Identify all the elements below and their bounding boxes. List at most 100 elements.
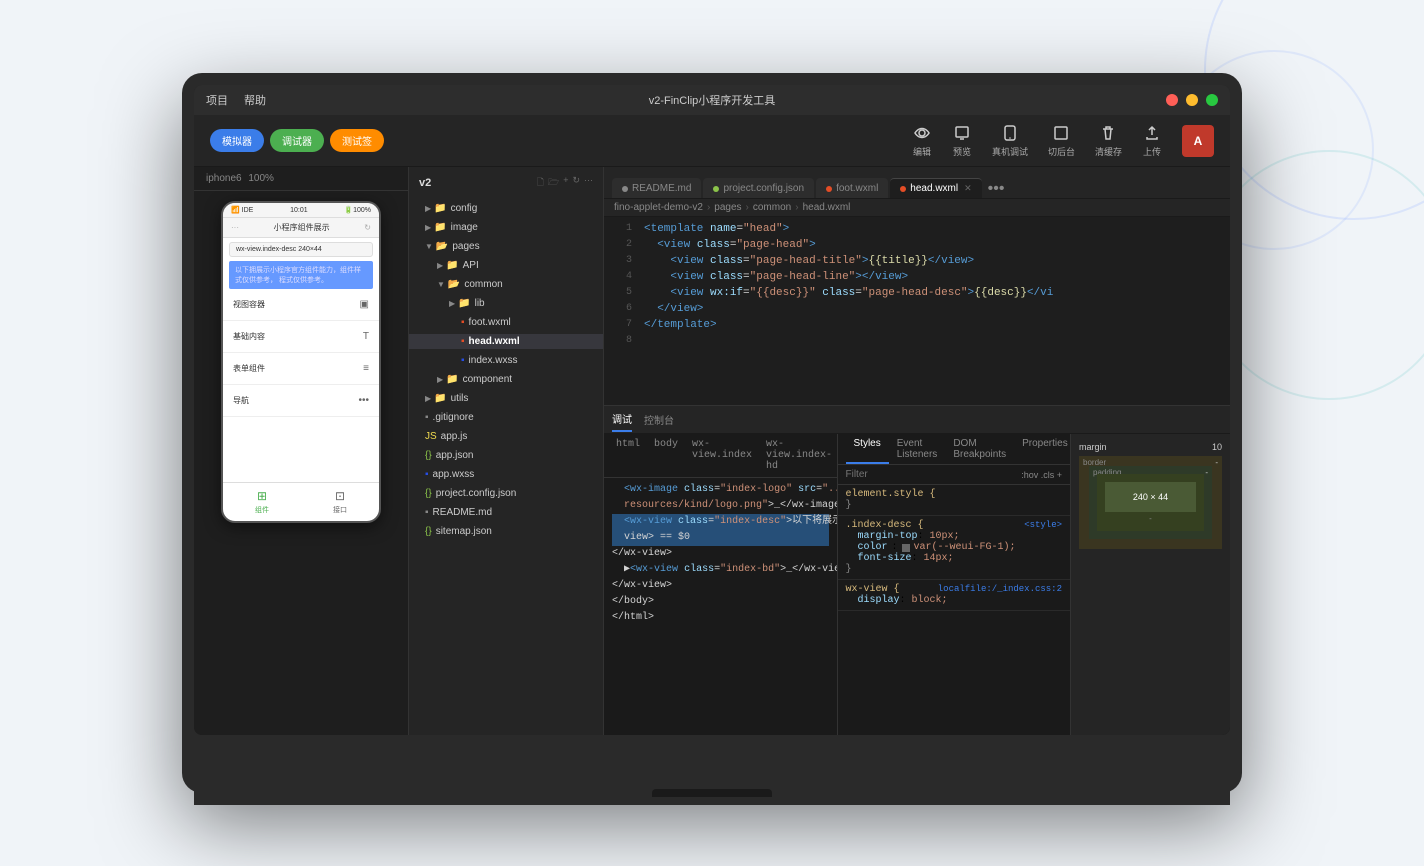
element-tooltip: wx-view.index-desc 240×44	[229, 242, 373, 257]
ft-action-refresh[interactable]: ↻	[572, 175, 580, 191]
border-value: -	[1215, 458, 1218, 467]
close-button[interactable]	[1166, 94, 1178, 106]
action-clearcache[interactable]: 清缓存	[1095, 123, 1122, 158]
action-background[interactable]: 切后台	[1048, 123, 1075, 158]
code-line: 4 <view class="page-head-line"></view>	[604, 269, 1230, 285]
nav-item-view[interactable]: 视图容器 ▣	[223, 289, 379, 321]
code-line: 8	[604, 333, 1230, 349]
tab-project-config[interactable]: project.config.json	[703, 178, 814, 198]
laptop-shell: 项目 帮助 v2-FinClip小程序开发工具 模拟器 调试器 测试签	[182, 73, 1242, 793]
styles-panel: Styles Event Listeners DOM Breakpoints P…	[837, 434, 1071, 735]
bc-wxview-index-hd[interactable]: wx-view.index-hd	[762, 438, 836, 473]
add-rule-btn[interactable]: +	[1057, 470, 1062, 480]
tab-head-wxml[interactable]: head.wxml ✕	[890, 178, 981, 198]
code-line: resources/kind/logo.png">_</wx-image>	[612, 498, 829, 514]
folder-icon: 📁	[434, 393, 446, 404]
tree-file-app-wxss[interactable]: ▪ app.wxss	[409, 465, 603, 484]
css-source[interactable]: localfile:/_index.css:2	[938, 584, 1062, 594]
folder-icon: 📁	[434, 203, 446, 214]
devtools-tab-wxml[interactable]: 调试	[612, 407, 632, 432]
hover-btn[interactable]: :hov	[1021, 470, 1038, 480]
action-realdevice[interactable]: 真机调试	[992, 123, 1028, 158]
tree-file-foot-wxml[interactable]: ▪ foot.wxml	[409, 313, 603, 332]
ft-action-folder[interactable]: 🗁	[548, 175, 559, 191]
folder-icon: 📁	[446, 260, 458, 271]
tree-folder-common[interactable]: ▼ 📂 common	[409, 275, 603, 294]
bc-wxview-index[interactable]: wx-view.index	[688, 438, 756, 473]
tree-file-gitignore[interactable]: ▪ .gitignore	[409, 408, 603, 427]
tab-interface[interactable]: ⊡ 接口	[301, 489, 379, 515]
user-avatar[interactable]: A	[1182, 125, 1214, 157]
tree-file-app-js[interactable]: JS app.js	[409, 427, 603, 446]
tab-debugger[interactable]: 调试器	[270, 129, 324, 152]
tab-components-label: 组件	[255, 505, 269, 515]
bc-body[interactable]: body	[650, 438, 682, 473]
tree-file-index-wxss[interactable]: ▪ index.wxss	[409, 351, 603, 370]
laptop-notch	[652, 789, 772, 797]
css-source[interactable]: <style>	[1024, 520, 1062, 530]
ft-action-add[interactable]: +	[563, 175, 568, 191]
action-upload-label: 上传	[1143, 145, 1161, 158]
code-editor[interactable]: 1 <template name="head"> 2 <view class="…	[604, 217, 1230, 405]
nav-item-base[interactable]: 基础内容 T	[223, 321, 379, 353]
tab-close-icon[interactable]: ✕	[964, 183, 972, 194]
more-tabs-icon[interactable]: •••	[988, 180, 1005, 198]
tree-folder-component[interactable]: ▶ 📁 component	[409, 370, 603, 389]
iphone-wrapper: 📶 IDE 10:01 🔋100% ··· 小程序组件展示 ↻	[194, 191, 408, 735]
bc-root: fino-applet-demo-v2	[614, 202, 703, 213]
styles-filter-input[interactable]	[846, 469, 946, 480]
tree-folder-image[interactable]: ▶ 📁 image	[409, 218, 603, 237]
file-name: sitemap.json	[436, 526, 492, 537]
tree-file-head-wxml[interactable]: ▪ head.wxml	[409, 332, 603, 351]
code-line-highlighted: view> == $0	[612, 530, 829, 546]
action-preview[interactable]: 编辑	[912, 123, 932, 158]
title-bar: 项目 帮助 v2-FinClip小程序开发工具	[194, 85, 1230, 115]
tree-folder-api[interactable]: ▶ 📁 API	[409, 256, 603, 275]
toolbar: 模拟器 调试器 测试签 编辑 预览	[194, 115, 1230, 167]
action-preview-label: 编辑	[913, 145, 931, 158]
styles-tab-props[interactable]: Properties	[1014, 434, 1070, 464]
tree-folder-config[interactable]: ▶ 📁 config	[409, 199, 603, 218]
menu-project[interactable]: 项目	[206, 92, 228, 108]
file-name: project.config.json	[436, 488, 517, 499]
tree-file-app-json[interactable]: {} app.json	[409, 446, 603, 465]
box-border: padding - 240 × 44 -	[1089, 466, 1212, 539]
folder-name: utils	[451, 393, 469, 404]
tree-file-project-config[interactable]: {} project.config.json	[409, 484, 603, 503]
code-line: 1 <template name="head">	[604, 221, 1230, 237]
bc-html[interactable]: html	[612, 438, 644, 473]
minimize-button[interactable]	[1186, 94, 1198, 106]
nav-item-nav[interactable]: 导航 •••	[223, 385, 379, 417]
tree-folder-pages[interactable]: ▼ 📂 pages	[409, 237, 603, 256]
laptop-screen: 项目 帮助 v2-FinClip小程序开发工具 模拟器 调试器 测试签	[194, 85, 1230, 735]
simulator-panel: iphone6 100% 📶 IDE 10:01 🔋100% ···	[194, 167, 409, 735]
tab-simulator[interactable]: 模拟器	[210, 129, 264, 152]
devtools-content: html body wx-view.index wx-view.index-hd…	[604, 434, 1230, 735]
maximize-button[interactable]	[1206, 94, 1218, 106]
tree-folder-utils[interactable]: ▶ 📁 utils	[409, 389, 603, 408]
styles-tab-styles[interactable]: Styles	[846, 434, 889, 464]
tree-file-sitemap[interactable]: {} sitemap.json	[409, 522, 603, 541]
tab-foot-wxml[interactable]: foot.wxml	[816, 178, 888, 198]
tab-test[interactable]: 测试签	[330, 129, 384, 152]
tree-file-readme[interactable]: ▪ README.md	[409, 503, 603, 522]
cls-btn[interactable]: .cls	[1041, 470, 1055, 480]
action-upload[interactable]: 上传	[1142, 123, 1162, 158]
nav-label: 表单组件	[233, 363, 265, 374]
wxss-file-icon: ▪	[425, 469, 429, 480]
action-preview2[interactable]: 预览	[952, 123, 972, 158]
folder-icon: 📂	[448, 279, 460, 290]
menu-help[interactable]: 帮助	[244, 92, 266, 108]
ft-action-copy[interactable]: 🗋	[537, 175, 544, 191]
tab-components[interactable]: ⊞ 组件	[223, 489, 301, 515]
ft-action-more[interactable]: ⋯	[584, 175, 593, 191]
tab-readme[interactable]: README.md	[612, 178, 701, 198]
devtools-tab-console[interactable]: 控制台	[644, 408, 674, 431]
tree-folder-lib[interactable]: ▶ 📁 lib	[409, 294, 603, 313]
tab-label: foot.wxml	[836, 183, 878, 194]
styles-tab-listeners[interactable]: Event Listeners	[889, 434, 946, 464]
nav-item-form[interactable]: 表单组件 ≡	[223, 353, 379, 385]
box-bottom: -	[1105, 514, 1196, 523]
tab-dot	[826, 186, 832, 192]
styles-tab-dom[interactable]: DOM Breakpoints	[945, 434, 1014, 464]
